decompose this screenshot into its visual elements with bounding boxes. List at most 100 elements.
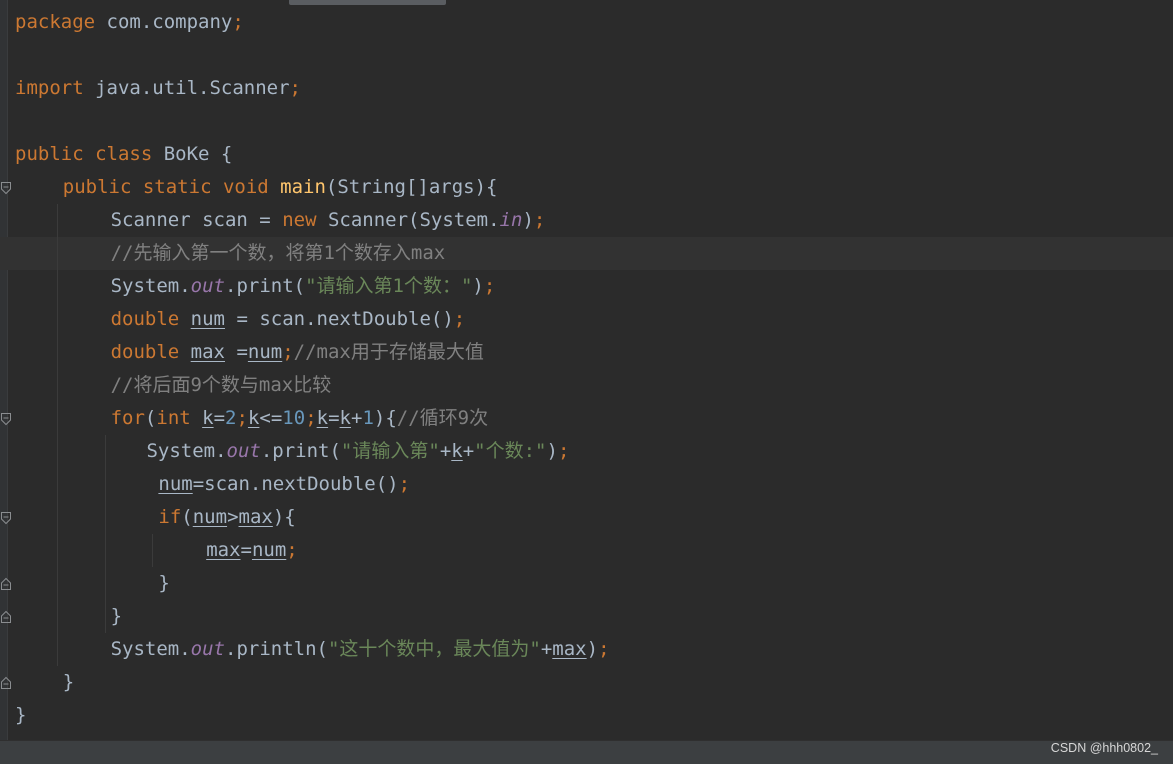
code-token-var: num (192, 506, 228, 528)
code-token-plain: BoKe { (163, 143, 233, 165)
code-token-plain: ){ (272, 506, 296, 528)
code-token-plain: (String[]args){ (325, 176, 498, 198)
fold-open-icon[interactable] (0, 181, 12, 195)
code-line-text: } (63, 666, 74, 699)
code-line-text: num=scan.nextDouble(); (158, 468, 410, 501)
code-token-static: in (499, 209, 523, 231)
code-token-kw: package (15, 11, 96, 33)
code-token-var: k (202, 407, 214, 429)
fold-open-icon[interactable] (0, 511, 12, 525)
code-token-plain: .print( (225, 275, 306, 297)
code-line-text: } (15, 699, 26, 732)
code-token-var: k (451, 440, 463, 462)
code-token-plain: + (439, 440, 452, 462)
code-token-var: k (316, 407, 329, 429)
code-line-text: Scanner scan = new Scanner(System.in); (111, 204, 546, 237)
fold-close-icon[interactable] (0, 610, 12, 624)
code-token-var: num (190, 308, 225, 330)
code-token-var: k (339, 407, 351, 429)
code-token-plain: = (213, 407, 226, 429)
code-token-plain: .print( (260, 440, 341, 462)
code-token-number: 1 (362, 407, 374, 429)
code-token-plain: System. (110, 275, 191, 297)
code-token-var: max (190, 341, 225, 363)
code-token-kw: ; (483, 275, 496, 297)
code-token-kw: double (110, 341, 191, 363)
code-token-plain: = (240, 539, 252, 561)
code-token-kw: import (15, 77, 84, 99)
code-token-var: max (206, 539, 241, 561)
code-line-text: } (111, 600, 122, 633)
code-token-plain: = (225, 341, 248, 363)
code-token-kw: ; (453, 308, 466, 330)
code-token-plain: = scan.nextDouble() (225, 308, 454, 330)
code-token-plain: ) (522, 209, 534, 231)
code-token-string: "个数:" (474, 440, 547, 462)
code-token-kw: ; (398, 473, 411, 495)
code-token-plain: Scanner scan = (110, 209, 283, 231)
code-token-method: main (280, 176, 326, 198)
code-token-comment: //将后面9个数与max比较 (110, 374, 332, 396)
code-token-string: "这十个数中，最大值为" (327, 638, 541, 660)
indent-guide (57, 204, 58, 666)
code-token-var: max (238, 506, 273, 528)
code-token-number: 2 (225, 407, 237, 429)
code-token-kw: ; (533, 209, 546, 231)
code-token-plain: ( (181, 506, 193, 528)
code-token-plain: java.util.Scanner (83, 77, 290, 99)
code-line-text: import java.util.Scanner; (15, 72, 301, 105)
code-token-kw: new (282, 209, 328, 231)
code-token-plain: + (540, 638, 553, 660)
code-token-number: 10 (282, 407, 306, 429)
fold-open-icon[interactable] (0, 412, 12, 426)
code-token-string: "请输入第" (340, 440, 440, 462)
code-line-text: } (158, 567, 169, 600)
code-token-plain: } (15, 704, 27, 726)
code-token-plain: ) (472, 275, 484, 297)
status-bar (0, 740, 1173, 764)
code-token-kw: ; (282, 341, 294, 363)
fold-close-icon[interactable] (0, 577, 12, 591)
code-token-kw: public static void (62, 176, 281, 198)
code-token-plain: = (328, 407, 340, 429)
code-token-var: num (247, 341, 283, 363)
code-token-static: out (190, 638, 225, 660)
code-token-plain: } (62, 671, 75, 693)
code-token-plain: com.company (95, 11, 233, 33)
code-token-kw: ; (289, 77, 301, 99)
code-line-text: double num = scan.nextDouble(); (111, 303, 466, 336)
code-line-text: package com.company; (15, 6, 244, 39)
code-line-text: System.out.print("请输入第1个数："); (111, 270, 496, 303)
indent-guide (152, 534, 153, 567)
watermark-text: CSDN @hhh0802_ (1050, 741, 1158, 755)
code-token-plain: Scanner(System. (327, 209, 500, 231)
code-token-static: out (226, 440, 261, 462)
code-token-plain: > (227, 506, 239, 528)
code-token-plain: ){ (373, 407, 397, 429)
code-editor[interactable]: package com.company; import java.util.Sca… (0, 0, 1173, 740)
code-token-kw: ; (286, 539, 298, 561)
gutter-divider (7, 0, 8, 740)
code-line-text: max=num; (206, 534, 298, 567)
code-token-plain: .println( (225, 638, 328, 660)
code-line-current[interactable]: //先输入第一个数，将第1个数存入max (0, 237, 1173, 270)
code-token-var: num (158, 473, 193, 495)
code-token-static: out (190, 275, 225, 297)
code-line-text: System.out.print("请输入第"+k+"个数:"); (146, 435, 569, 468)
code-token-plain: System. (146, 440, 227, 462)
code-token-plain: ( (144, 407, 157, 429)
code-line-text: System.out.println("这十个数中，最大值为"+max); (111, 633, 610, 666)
indent-guide (105, 435, 106, 633)
code-line-text: if(num>max){ (158, 501, 295, 534)
fold-close-icon[interactable] (0, 676, 12, 690)
code-token-kw: int (156, 407, 203, 429)
code-token-plain: ) (546, 440, 558, 462)
code-token-plain: <= (259, 407, 283, 429)
code-token-kw: ; (598, 638, 610, 660)
code-token-var: max (552, 638, 587, 660)
code-token-kw: ; (305, 407, 317, 429)
code-token-kw: ; (232, 11, 244, 33)
horizontal-scrollbar-thumb[interactable] (289, 0, 446, 5)
code-token-plain: + (462, 440, 475, 462)
code-line-text: //将后面9个数与max比较 (111, 369, 332, 402)
